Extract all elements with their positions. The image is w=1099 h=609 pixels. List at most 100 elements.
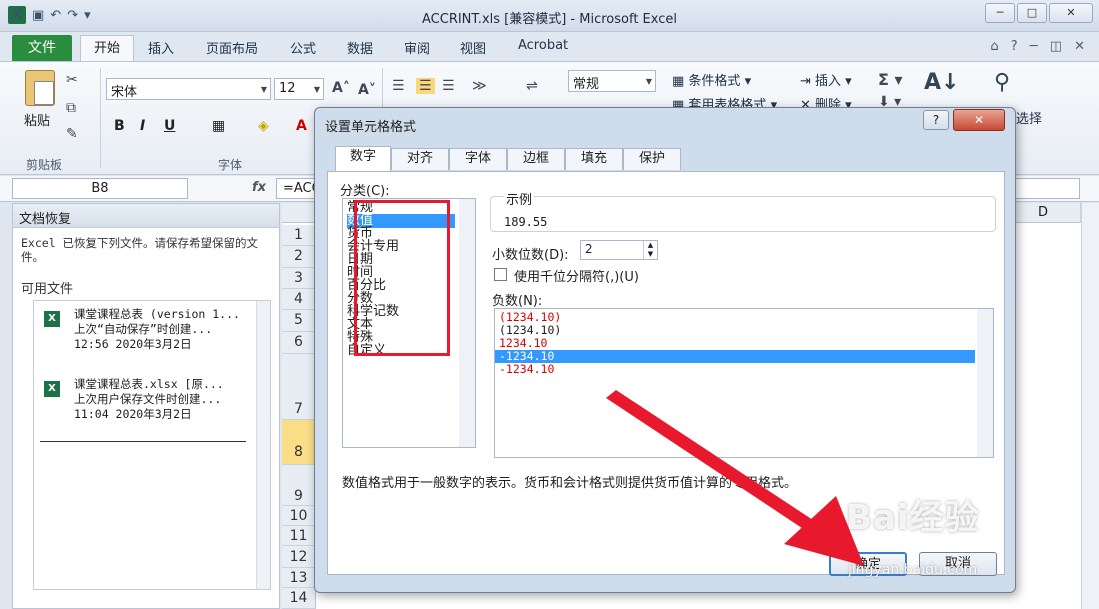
negative-list-scrollbar[interactable] (977, 309, 993, 457)
find-select-label[interactable]: 选择 (1016, 108, 1042, 127)
italic-button[interactable]: I (140, 118, 145, 134)
font-name-select[interactable]: 宋体 ▼ (106, 78, 271, 100)
recovery-file-item[interactable]: X 课堂课程总表 (version 1... 上次“自动保存”时创建... 12… (40, 307, 250, 355)
dialog-tab-protection[interactable]: 保护 (623, 148, 681, 170)
row-header[interactable]: 9 (282, 465, 316, 506)
wrap-text-icon[interactable]: ⇌ (526, 78, 538, 94)
tab-data[interactable]: 数据 (347, 38, 373, 57)
shrink-font-icon[interactable]: A˅ (358, 82, 376, 98)
row-header[interactable]: 7 (282, 354, 316, 420)
column-header-d[interactable]: D (1006, 203, 1081, 223)
align-bottom-icon[interactable]: ☰ (442, 78, 455, 94)
tab-insert[interactable]: 插入 (148, 38, 174, 57)
row-header[interactable]: 13 (282, 568, 316, 588)
tab-formulas[interactable]: 公式 (290, 38, 316, 57)
autosum-icon[interactable]: Σ ▾ (878, 70, 903, 89)
font-color-icon[interactable]: A (296, 118, 307, 134)
thousands-separator-label: 使用千位分隔符(,)(U) (514, 270, 639, 285)
negative-numbers-list[interactable]: (1234.10) (1234.10) 1234.10 -1234.10 -12… (494, 308, 994, 458)
maximize-button[interactable]: □ (1017, 3, 1047, 23)
highlight-annotation-box (354, 200, 450, 356)
row-header[interactable]: 1 (282, 225, 316, 246)
recovery-scrollbar[interactable] (256, 301, 270, 589)
baidu-watermark-url: jingyan.baidu.com (848, 562, 978, 578)
dialog-tab-number[interactable]: 数字 (335, 146, 391, 171)
recovery-file-time: 12:56 2020年3月2日 (74, 337, 192, 351)
font-size-value: 12 (279, 81, 296, 96)
decimal-places-stepper[interactable]: 2 ▲ ▼ (580, 240, 658, 260)
paste-button[interactable] (20, 70, 60, 106)
fill-color-icon[interactable]: ◈ (258, 118, 269, 134)
align-middle-icon[interactable]: ☰ (416, 78, 435, 94)
ribbon-right-icons[interactable]: ⌂ ? ─ ◫ ✕ (990, 39, 1089, 54)
tab-home[interactable]: 开始 (80, 35, 134, 63)
dialog-tab-alignment[interactable]: 对齐 (391, 148, 449, 170)
tab-page-layout[interactable]: 页面布局 (206, 38, 258, 57)
row-header[interactable]: 2 (282, 246, 316, 268)
divider (40, 441, 246, 442)
font-size-select[interactable]: 12 ▼ (274, 78, 324, 100)
sample-value: 189.55 (504, 215, 548, 229)
dialog-tab-fill[interactable]: 填充 (565, 148, 623, 170)
borders-icon[interactable]: ▦ (212, 118, 225, 134)
negative-format-item[interactable]: (1234.10) (499, 311, 979, 324)
bold-button[interactable]: B (114, 118, 125, 134)
negative-format-item[interactable]: -1234.10 (499, 363, 979, 376)
decimal-places-value: 2 (585, 242, 593, 256)
tab-review[interactable]: 审阅 (404, 38, 430, 57)
fx-icon[interactable]: fx (252, 180, 266, 195)
dialog-tab-border[interactable]: 边框 (507, 148, 565, 170)
select-all-corner[interactable] (282, 203, 316, 223)
find-icon[interactable]: ⚲ (994, 70, 1010, 95)
row-header[interactable]: 12 (282, 546, 316, 568)
conditional-format-button[interactable]: ▦ 条件格式 ▾ (672, 70, 751, 89)
format-painter-icon[interactable]: ✎ (66, 126, 78, 142)
conditional-format-label: 条件格式 (688, 74, 741, 89)
window-controls: ─ □ ✕ (985, 3, 1093, 23)
recovery-file-item[interactable]: X 课堂课程总表.xlsx [原... 上次用户保存文件时创建... 11:04… (40, 377, 250, 425)
spin-arrows-icon[interactable]: ▲ ▼ (643, 241, 657, 259)
sort-filter-icon[interactable]: A↓ (924, 70, 959, 95)
paste-label: 粘贴 (24, 114, 51, 129)
tab-view[interactable]: 视图 (460, 38, 486, 57)
grow-font-icon[interactable]: A˄ (332, 80, 350, 96)
recovery-file-name: 课堂课程总表.xlsx [原... (74, 377, 224, 391)
underline-button[interactable]: U (164, 118, 175, 134)
align-top-icon[interactable]: ☰ (392, 78, 405, 94)
row-header[interactable]: 3 (282, 268, 316, 289)
row-header[interactable]: 4 (282, 289, 316, 310)
row-header[interactable]: 10 (282, 506, 316, 526)
tab-acrobat[interactable]: Acrobat (518, 38, 568, 53)
copy-icon[interactable]: ⧉ (66, 100, 76, 116)
dialog-help-button[interactable]: ? (923, 110, 949, 130)
insert-cells-label: 插入 (815, 74, 842, 89)
row-header[interactable]: 11 (282, 526, 316, 546)
negative-format-item-selected[interactable]: -1234.10 (495, 350, 975, 363)
negative-format-item[interactable]: (1234.10) (499, 324, 979, 337)
available-files-label: 可用文件 (21, 282, 74, 297)
dialog-close-button[interactable]: ✕ (953, 109, 1005, 131)
row-header-selected[interactable]: 8 (282, 420, 316, 465)
cut-icon[interactable]: ✂ (66, 72, 78, 88)
ribbon-tabs: 文件 开始 插入 页面布局 公式 数据 审阅 视图 Acrobat ⌂ ? ─ … (0, 32, 1099, 63)
row-header[interactable]: 14 (282, 588, 316, 609)
name-box[interactable]: B8 (12, 178, 188, 199)
recovery-file-lines: 课堂课程总表 (version 1... 上次“自动保存”时创建... 12:5… (74, 307, 254, 352)
dialog-tab-font[interactable]: 字体 (449, 148, 507, 170)
negative-format-item[interactable]: 1234.10 (499, 337, 979, 350)
clipboard-group-label: 剪贴板 (26, 158, 63, 172)
window-close-button[interactable]: ✕ (1049, 3, 1093, 23)
number-format-select[interactable]: 常规 ▼ (568, 70, 656, 92)
thousands-separator-checkbox[interactable] (494, 268, 507, 281)
recovery-description: Excel 已恢复下列文件。请保存希望保留的文件。 (21, 236, 259, 264)
minimize-button[interactable]: ─ (985, 3, 1015, 23)
row-header[interactable]: 5 (282, 310, 316, 332)
orientation-icon[interactable]: ≫ (472, 78, 487, 94)
category-scrollbar[interactable] (459, 199, 475, 447)
recovery-file-source: 上次用户保存文件时创建... (74, 392, 222, 406)
row-header[interactable]: 6 (282, 332, 316, 354)
recovery-file-source: 上次“自动保存”时创建... (74, 322, 213, 336)
sheet-vertical-scrollbar[interactable] (1081, 203, 1099, 609)
tab-file[interactable]: 文件 (12, 35, 72, 62)
insert-cells-button[interactable]: ⇥ 插入 ▾ (800, 70, 852, 89)
